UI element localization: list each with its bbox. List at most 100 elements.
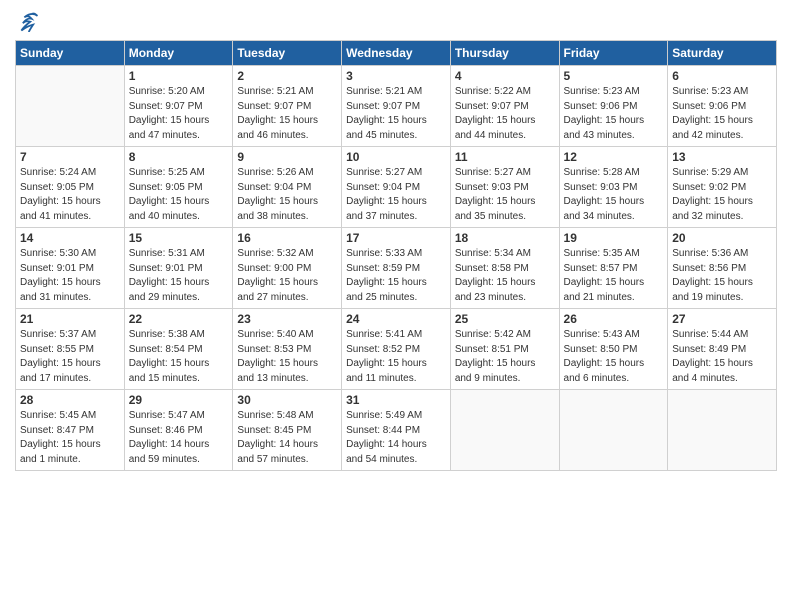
calendar-cell: 27 Sunrise: 5:44 AM Sunset: 8:49 PM Dayli… [668,309,777,390]
day-info: Sunrise: 5:49 AM Sunset: 8:44 PM Dayligh… [346,409,446,467]
weekday-header-monday: Monday [124,41,233,66]
day-number: 29 [129,393,229,407]
day-number: 27 [672,312,772,326]
day-info: Sunrise: 5:26 AM Sunset: 9:04 PM Dayligh… [237,166,337,224]
calendar-cell: 24 Sunrise: 5:41 AM Sunset: 8:52 PM Dayli… [342,309,451,390]
calendar-week-1: 7Sunrise: 5:24 AM Sunset: 9:05 PM Daylig… [16,147,777,228]
calendar-cell: 28 Sunrise: 5:45 AM Sunset: 8:47 PM Dayli… [16,390,125,471]
day-number: 6 [672,69,772,83]
header [15,10,777,32]
day-info: Sunrise: 5:23 AM Sunset: 9:06 PM Dayligh… [672,85,772,143]
day-number: 18 [455,231,555,245]
weekday-header-row: SundayMondayTuesdayWednesdayThursdayFrid… [16,41,777,66]
calendar-cell: 6 Sunrise: 5:23 AM Sunset: 9:06 PM Daylig… [668,66,777,147]
day-info: Sunrise: 5:35 AM Sunset: 8:57 PM Dayligh… [564,247,664,305]
calendar-cell [668,390,777,471]
calendar-week-4: 28 Sunrise: 5:45 AM Sunset: 8:47 PM Dayli… [16,390,777,471]
logo-bird-icon [17,10,39,32]
calendar-week-3: 21 Sunrise: 5:37 AM Sunset: 8:55 PM Dayli… [16,309,777,390]
calendar-cell: 10 Sunrise: 5:27 AM Sunset: 9:04 PM Dayli… [342,147,451,228]
day-info: Sunrise: 5:34 AM Sunset: 8:58 PM Dayligh… [455,247,555,305]
calendar-cell [16,66,125,147]
day-info: Sunrise: 5:22 AM Sunset: 9:07 PM Dayligh… [455,85,555,143]
day-number: 14 [20,231,120,245]
day-info: Sunrise: 5:41 AM Sunset: 8:52 PM Dayligh… [346,328,446,386]
day-info: Sunrise: 5:33 AM Sunset: 8:59 PM Dayligh… [346,247,446,305]
calendar-cell: 22Sunrise: 5:38 AM Sunset: 8:54 PM Dayli… [124,309,233,390]
calendar-cell: 21 Sunrise: 5:37 AM Sunset: 8:55 PM Dayli… [16,309,125,390]
day-number: 22 [129,312,229,326]
day-number: 23 [237,312,337,326]
calendar-table: SundayMondayTuesdayWednesdayThursdayFrid… [15,40,777,471]
calendar-cell: 17Sunrise: 5:33 AM Sunset: 8:59 PM Dayli… [342,228,451,309]
day-number: 10 [346,150,446,164]
calendar-cell: 5 Sunrise: 5:23 AM Sunset: 9:06 PM Daylig… [559,66,668,147]
calendar-cell: 31 Sunrise: 5:49 AM Sunset: 8:44 PM Dayli… [342,390,451,471]
calendar-cell: 9Sunrise: 5:26 AM Sunset: 9:04 PM Daylig… [233,147,342,228]
calendar-cell: 20 Sunrise: 5:36 AM Sunset: 8:56 PM Dayli… [668,228,777,309]
calendar-cell: 11 Sunrise: 5:27 AM Sunset: 9:03 PM Dayli… [450,147,559,228]
calendar-cell: 14 Sunrise: 5:30 AM Sunset: 9:01 PM Dayli… [16,228,125,309]
day-info: Sunrise: 5:28 AM Sunset: 9:03 PM Dayligh… [564,166,664,224]
calendar-cell [450,390,559,471]
calendar-cell: 8 Sunrise: 5:25 AM Sunset: 9:05 PM Daylig… [124,147,233,228]
day-info: Sunrise: 5:20 AM Sunset: 9:07 PM Dayligh… [129,85,229,143]
day-info: Sunrise: 5:21 AM Sunset: 9:07 PM Dayligh… [237,85,337,143]
calendar-cell: 2 Sunrise: 5:21 AM Sunset: 9:07 PM Daylig… [233,66,342,147]
day-number: 3 [346,69,446,83]
day-info: Sunrise: 5:36 AM Sunset: 8:56 PM Dayligh… [672,247,772,305]
day-number: 8 [129,150,229,164]
day-number: 15 [129,231,229,245]
day-info: Sunrise: 5:44 AM Sunset: 8:49 PM Dayligh… [672,328,772,386]
weekday-header-tuesday: Tuesday [233,41,342,66]
day-number: 21 [20,312,120,326]
calendar-cell: 29 Sunrise: 5:47 AM Sunset: 8:46 PM Dayli… [124,390,233,471]
day-info: Sunrise: 5:23 AM Sunset: 9:06 PM Dayligh… [564,85,664,143]
day-info: Sunrise: 5:48 AM Sunset: 8:45 PM Dayligh… [237,409,337,467]
day-info: Sunrise: 5:24 AM Sunset: 9:05 PM Dayligh… [20,166,120,224]
day-number: 13 [672,150,772,164]
day-number: 16 [237,231,337,245]
day-info: Sunrise: 5:29 AM Sunset: 9:02 PM Dayligh… [672,166,772,224]
calendar-cell [559,390,668,471]
calendar-cell: 18 Sunrise: 5:34 AM Sunset: 8:58 PM Dayli… [450,228,559,309]
day-info: Sunrise: 5:30 AM Sunset: 9:01 PM Dayligh… [20,247,120,305]
day-info: Sunrise: 5:42 AM Sunset: 8:51 PM Dayligh… [455,328,555,386]
day-number: 19 [564,231,664,245]
day-info: Sunrise: 5:37 AM Sunset: 8:55 PM Dayligh… [20,328,120,386]
calendar-cell: 12 Sunrise: 5:28 AM Sunset: 9:03 PM Dayli… [559,147,668,228]
calendar-cell: 15 Sunrise: 5:31 AM Sunset: 9:01 PM Dayli… [124,228,233,309]
calendar-cell: 16Sunrise: 5:32 AM Sunset: 9:00 PM Dayli… [233,228,342,309]
weekday-header-thursday: Thursday [450,41,559,66]
calendar-week-0: 1 Sunrise: 5:20 AM Sunset: 9:07 PM Daylig… [16,66,777,147]
calendar-cell: 4Sunrise: 5:22 AM Sunset: 9:07 PM Daylig… [450,66,559,147]
day-info: Sunrise: 5:40 AM Sunset: 8:53 PM Dayligh… [237,328,337,386]
day-info: Sunrise: 5:47 AM Sunset: 8:46 PM Dayligh… [129,409,229,467]
day-number: 25 [455,312,555,326]
day-info: Sunrise: 5:25 AM Sunset: 9:05 PM Dayligh… [129,166,229,224]
weekday-header-wednesday: Wednesday [342,41,451,66]
calendar-cell: 25 Sunrise: 5:42 AM Sunset: 8:51 PM Dayli… [450,309,559,390]
calendar-cell: 13 Sunrise: 5:29 AM Sunset: 9:02 PM Dayli… [668,147,777,228]
day-number: 1 [129,69,229,83]
day-number: 11 [455,150,555,164]
day-number: 31 [346,393,446,407]
day-info: Sunrise: 5:45 AM Sunset: 8:47 PM Dayligh… [20,409,120,467]
calendar-cell: 7Sunrise: 5:24 AM Sunset: 9:05 PM Daylig… [16,147,125,228]
day-number: 12 [564,150,664,164]
calendar-cell: 3Sunrise: 5:21 AM Sunset: 9:07 PM Daylig… [342,66,451,147]
weekday-header-friday: Friday [559,41,668,66]
day-number: 20 [672,231,772,245]
day-number: 24 [346,312,446,326]
calendar-cell: 23 Sunrise: 5:40 AM Sunset: 8:53 PM Dayli… [233,309,342,390]
day-number: 5 [564,69,664,83]
calendar-cell: 26Sunrise: 5:43 AM Sunset: 8:50 PM Dayli… [559,309,668,390]
weekday-header-saturday: Saturday [668,41,777,66]
day-info: Sunrise: 5:27 AM Sunset: 9:03 PM Dayligh… [455,166,555,224]
calendar-cell: 30 Sunrise: 5:48 AM Sunset: 8:45 PM Dayli… [233,390,342,471]
day-number: 28 [20,393,120,407]
day-info: Sunrise: 5:31 AM Sunset: 9:01 PM Dayligh… [129,247,229,305]
day-number: 2 [237,69,337,83]
day-number: 30 [237,393,337,407]
day-info: Sunrise: 5:27 AM Sunset: 9:04 PM Dayligh… [346,166,446,224]
